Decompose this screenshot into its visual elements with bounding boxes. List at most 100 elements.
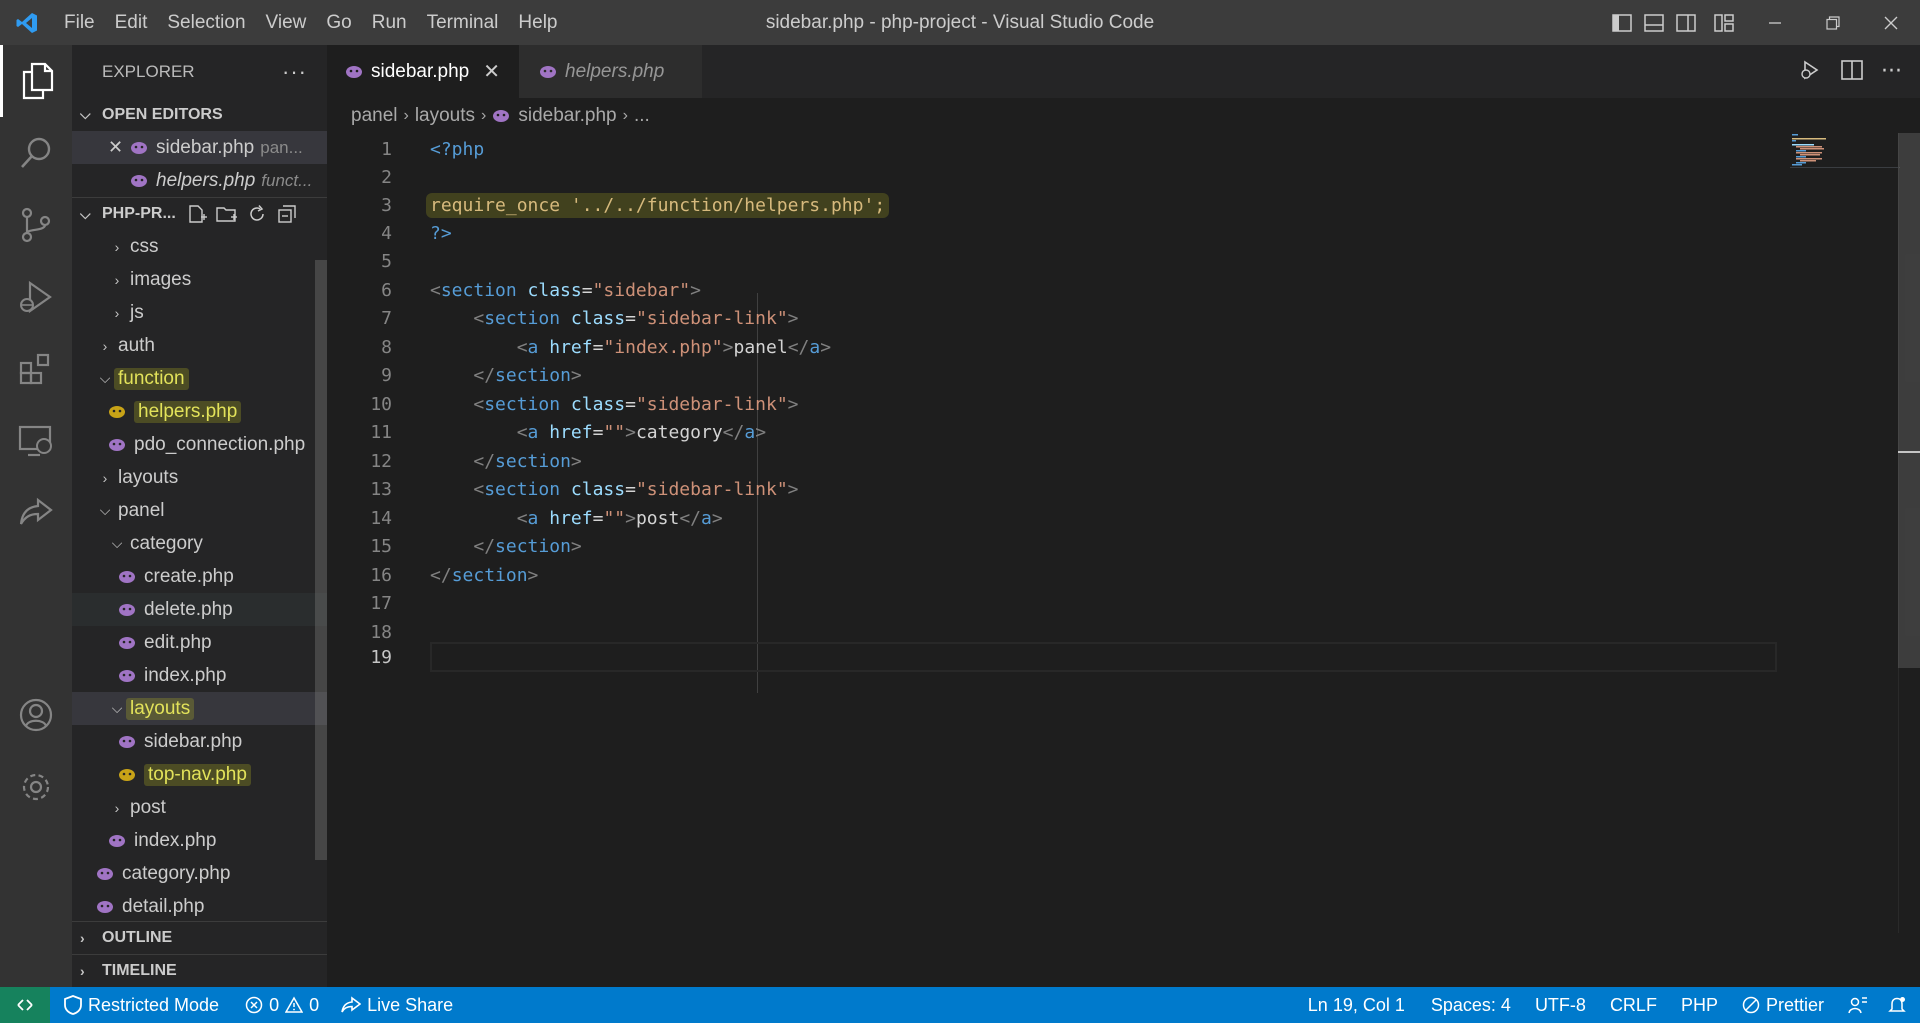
- prettier-button[interactable]: Prettier: [1730, 987, 1836, 1023]
- tree-file-top-nav-php[interactable]: top-nav.php: [72, 758, 327, 791]
- code-text: </section>: [473, 450, 582, 472]
- accounts-icon[interactable]: [0, 679, 72, 751]
- toggle-panel-icon[interactable]: [1638, 0, 1670, 45]
- end-of-line[interactable]: CRLF: [1598, 987, 1669, 1023]
- tree-folder-layouts[interactable]: › layouts: [72, 461, 327, 494]
- tab-sidebar-php[interactable]: sidebar.php ✕: [327, 45, 519, 98]
- code-line: 8 <a href="index.php">panel</a>: [327, 333, 1777, 361]
- breadcrumb-item[interactable]: layouts: [415, 105, 475, 127]
- chevron-right-icon: ›: [114, 238, 120, 255]
- tree-label: detail.php: [122, 895, 205, 917]
- php-file-icon: [97, 867, 113, 880]
- editor-scrollbar[interactable]: [1898, 133, 1920, 933]
- language-mode[interactable]: PHP: [1669, 987, 1730, 1023]
- new-file-icon[interactable]: [186, 203, 208, 225]
- tree-label: auth: [118, 334, 155, 356]
- menu-edit[interactable]: Edit: [105, 0, 158, 45]
- source-control-icon[interactable]: [0, 189, 72, 261]
- feedback-icon[interactable]: [1836, 987, 1880, 1023]
- split-editor-icon[interactable]: [1841, 59, 1863, 84]
- manage-gear-icon[interactable]: [0, 751, 72, 823]
- live-share-button[interactable]: Live Share: [329, 987, 463, 1023]
- tree-folder-function[interactable]: ⌵ function: [72, 362, 327, 395]
- remote-explorer-icon[interactable]: [0, 405, 72, 477]
- tree-file-edit-php[interactable]: edit.php: [72, 626, 327, 659]
- tree-file-pdo-connection-php[interactable]: pdo_connection.php: [72, 428, 327, 461]
- indentation[interactable]: Spaces: 4: [1419, 987, 1523, 1023]
- tree-file-index-php[interactable]: index.php: [72, 659, 327, 692]
- php-file-icon: [119, 669, 135, 682]
- line-number: 8: [381, 336, 392, 358]
- tree-folder-post[interactable]: › post: [72, 791, 327, 824]
- more-actions-icon[interactable]: ···: [282, 59, 307, 85]
- prettier-label: Prettier: [1765, 994, 1824, 1015]
- extensions-icon[interactable]: [0, 333, 72, 405]
- shield-icon: [64, 995, 82, 1015]
- minimize-icon[interactable]: [1746, 0, 1804, 45]
- tree-file-panel-index-php[interactable]: index.php: [72, 824, 327, 857]
- collapse-all-icon[interactable]: [276, 203, 298, 225]
- tree-folder-js[interactable]: › js: [72, 296, 327, 329]
- project-section[interactable]: ⌵ PHP-PR...: [72, 197, 327, 230]
- new-folder-icon[interactable]: [216, 203, 238, 225]
- cursor-position[interactable]: Ln 19, Col 1: [1294, 987, 1419, 1023]
- php-file-icon: [493, 109, 510, 122]
- restricted-mode-button[interactable]: Restricted Mode: [50, 987, 229, 1023]
- notifications-bell-icon[interactable]: [1880, 987, 1920, 1023]
- tree-folder-images[interactable]: › images: [72, 263, 327, 296]
- code-editor[interactable]: 1 <?php 2 3 require_once '../../function/h…: [327, 133, 1920, 987]
- close-tab-icon[interactable]: ✕: [483, 59, 500, 84]
- toggle-secondary-sidebar-icon[interactable]: [1670, 0, 1702, 45]
- explorer-icon[interactable]: [0, 45, 72, 117]
- tree-file-create-php[interactable]: create.php: [72, 560, 327, 593]
- live-share-icon[interactable]: [0, 477, 72, 549]
- code-text: <a href="">category</a>: [516, 421, 767, 443]
- tree-folder-panel[interactable]: ⌵ panel: [72, 494, 327, 527]
- more-editor-actions-icon[interactable]: ···: [1881, 59, 1902, 84]
- menu-terminal[interactable]: Terminal: [417, 0, 509, 45]
- refresh-icon[interactable]: [246, 203, 268, 225]
- tree-file-detail-php[interactable]: detail.php: [72, 890, 327, 923]
- prettier-disabled-icon: [1742, 996, 1760, 1014]
- open-editors-section[interactable]: ⌵ OPEN EDITORS: [72, 98, 327, 131]
- menu-run[interactable]: Run: [362, 0, 417, 45]
- run-php-icon[interactable]: [1799, 59, 1823, 85]
- run-debug-icon[interactable]: [0, 261, 72, 333]
- tree-folder-css[interactable]: › css: [72, 230, 327, 263]
- tree-file-category-php[interactable]: category.php: [72, 857, 327, 890]
- sidebar-scrollbar[interactable]: [315, 260, 327, 860]
- tree-folder-auth[interactable]: › auth: [72, 329, 327, 362]
- error-count: 0: [269, 994, 280, 1015]
- customize-layout-icon[interactable]: [1702, 0, 1746, 45]
- tree-folder-category[interactable]: ⌵ category: [72, 527, 327, 560]
- timeline-section[interactable]: › TIMELINE: [72, 954, 327, 987]
- restore-icon[interactable]: [1804, 0, 1862, 45]
- menu-go[interactable]: Go: [316, 0, 361, 45]
- outline-section[interactable]: › OUTLINE: [72, 921, 327, 954]
- close-window-icon[interactable]: [1862, 0, 1920, 45]
- tree-folder-panel-layouts[interactable]: ⌵ layouts: [72, 692, 327, 725]
- tree-file-sidebar-php[interactable]: sidebar.php: [72, 725, 327, 758]
- problems-button[interactable]: 0 0: [229, 987, 329, 1023]
- menu-help[interactable]: Help: [508, 0, 567, 45]
- breadcrumb-item[interactable]: panel: [351, 105, 398, 127]
- remote-indicator-icon[interactable]: [0, 987, 50, 1023]
- breadcrumb-item[interactable]: sidebar.php: [518, 105, 616, 127]
- menu-file[interactable]: File: [54, 0, 105, 45]
- code-line: 11 <a href="">category</a>: [327, 418, 1777, 446]
- tab-helpers-php[interactable]: helpers.php: [519, 45, 702, 98]
- close-editor-icon[interactable]: ✕: [108, 137, 130, 158]
- open-editor-sidebar-php[interactable]: ✕ sidebar.php pan...: [72, 131, 327, 164]
- editor-scrollbar-thumb[interactable]: [1898, 133, 1920, 668]
- menu-selection[interactable]: Selection: [157, 0, 255, 45]
- encoding[interactable]: UTF-8: [1523, 987, 1598, 1023]
- breadcrumb-item[interactable]: ...: [634, 105, 650, 127]
- tree-file-delete-php[interactable]: delete.php: [72, 593, 327, 626]
- tree-file-helpers-php[interactable]: helpers.php: [72, 395, 327, 428]
- open-editor-helpers-php[interactable]: helpers.php funct...: [72, 164, 327, 197]
- toggle-primary-sidebar-icon[interactable]: [1606, 0, 1638, 45]
- search-icon[interactable]: [0, 117, 72, 189]
- breadcrumb: panel › layouts › sidebar.php › ...: [327, 98, 650, 133]
- minimap[interactable]: [1790, 133, 1900, 173]
- menu-view[interactable]: View: [256, 0, 317, 45]
